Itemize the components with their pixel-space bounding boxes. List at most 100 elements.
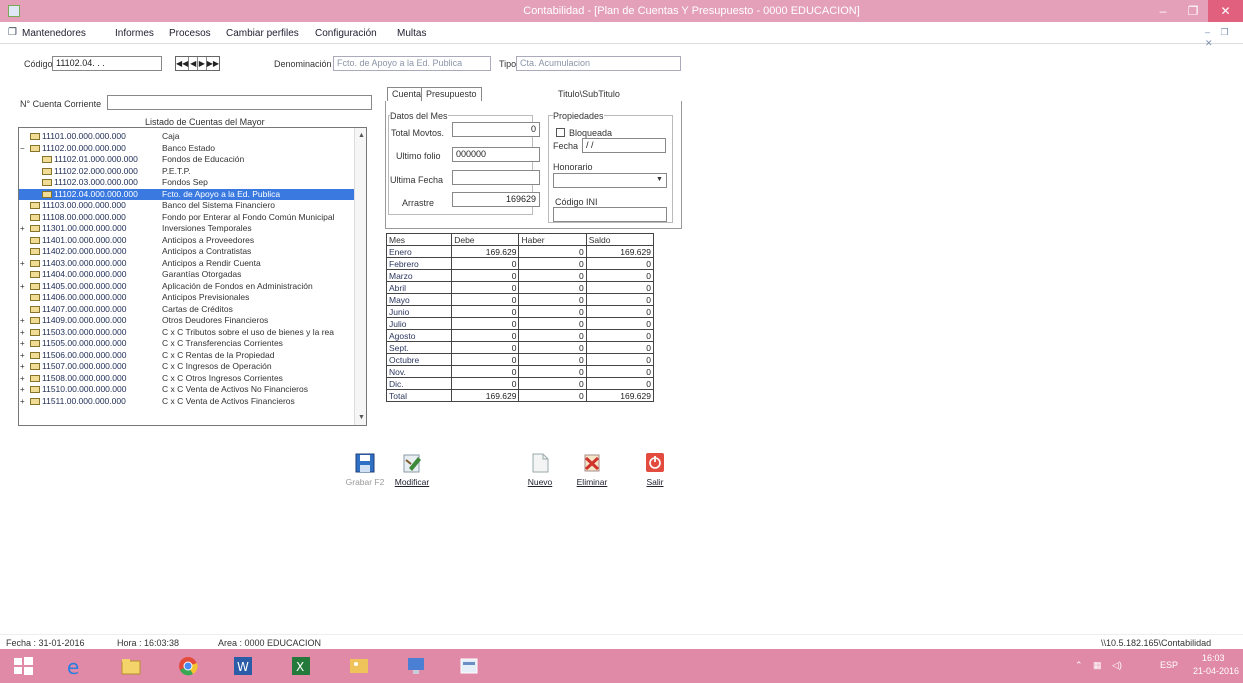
cell-haber[interactable]: 0 [518, 377, 587, 390]
cell-saldo[interactable]: 0 [585, 257, 655, 270]
accounts-list[interactable]: +11511.00.000.000.000 C x C Venta de Acti… [18, 127, 367, 426]
menu-informes[interactable]: Informes [115, 28, 154, 39]
chrome-icon[interactable] [177, 655, 199, 677]
denominacion-field[interactable]: Fcto. de Apoyo a la Ed. Publica [333, 56, 491, 71]
cell-saldo[interactable]: 0 [585, 317, 655, 330]
maximize-button[interactable]: ❐ [1178, 0, 1208, 22]
honorario-select[interactable] [553, 173, 667, 188]
list-item[interactable]: +11511.00.000.000.000 C x C Venta de Acti… [19, 396, 354, 407]
monthly-balance-table[interactable]: Mes Debe Haber Saldo Enero 169.629 0 169.62… [385, 233, 655, 402]
expand-icon[interactable]: + [20, 315, 30, 326]
list-item[interactable]: 11102.04.000.000.000 Fcto. de Apoyo a la … [19, 188, 354, 200]
expand-icon[interactable]: + [20, 396, 30, 407]
list-item[interactable]: 11406.00.000.000.000 Anticipos Previsiona… [19, 292, 354, 303]
list-item[interactable]: +11409.00.000.000.000 Otros Deudores Fina… [19, 315, 354, 326]
list-item[interactable]: +11508.00.000.000.000 C x C Otros Ingreso… [19, 373, 354, 384]
cell-debe[interactable]: 0 [451, 317, 520, 330]
salir-button[interactable]: Salir [633, 452, 677, 494]
nuevo-button[interactable]: Nuevo [518, 452, 562, 494]
total-movtos-field[interactable]: 0 [452, 122, 540, 137]
expand-icon[interactable]: + [20, 327, 30, 338]
table-row[interactable]: Febrero 0 0 0 [385, 257, 655, 270]
cuenta-corriente-field[interactable] [107, 95, 372, 110]
modificar-button[interactable]: Modificar [390, 452, 434, 494]
table-row[interactable]: Marzo 0 0 0 [385, 269, 655, 282]
cell-haber[interactable]: 0 [518, 257, 587, 270]
language-indicator[interactable]: ESP [1160, 660, 1178, 670]
cell-debe[interactable]: 0 [451, 269, 520, 282]
prev-record-button[interactable]: ◀ [189, 57, 198, 70]
cell-debe[interactable]: 169.629 [451, 389, 520, 402]
expand-icon[interactable]: + [20, 258, 30, 269]
cell-debe[interactable]: 0 [451, 365, 520, 378]
clock-time[interactable]: 16:03 [1202, 653, 1225, 663]
list-item[interactable]: +11301.00.000.000.000 Inversiones Tempora… [19, 223, 354, 234]
expand-icon[interactable]: + [20, 373, 30, 384]
show-hidden-icons-icon[interactable]: ⌃ [1075, 660, 1083, 671]
cell-debe[interactable]: 0 [451, 377, 520, 390]
codigo-ini-field[interactable] [553, 207, 667, 222]
cell-saldo[interactable]: 169.629 [585, 389, 655, 402]
list-item[interactable]: 11102.01.000.000.000 Fondos de Educación [19, 154, 354, 165]
bloqueada-checkbox[interactable] [556, 128, 565, 137]
cell-saldo[interactable]: 0 [585, 377, 655, 390]
cell-debe[interactable]: 0 [451, 293, 520, 306]
list-item[interactable]: +11405.00.000.000.000 Aplicación de Fondo… [19, 281, 354, 292]
accounts-list-scrollbar[interactable]: ▲ ▼ [354, 128, 366, 425]
expand-icon[interactable]: + [20, 384, 30, 395]
menu-procesos[interactable]: Procesos [169, 28, 211, 39]
cell-haber[interactable]: 0 [518, 365, 587, 378]
list-item[interactable]: +11506.00.000.000.000 C x C Rentas de la … [19, 350, 354, 361]
collapse-icon[interactable]: − [20, 143, 30, 154]
close-button[interactable]: ✕ [1208, 0, 1243, 22]
cell-saldo[interactable]: 169.629 [585, 245, 655, 258]
expand-icon[interactable]: + [20, 350, 30, 361]
network-icon[interactable]: ▦ [1093, 660, 1102, 671]
cell-saldo[interactable]: 0 [585, 341, 655, 354]
table-row[interactable]: Julio 0 0 0 [385, 317, 655, 330]
cell-haber[interactable]: 0 [518, 341, 587, 354]
tipo-field[interactable]: Cta. Acumulacion [516, 56, 681, 71]
eliminar-button[interactable]: Eliminar [570, 452, 614, 494]
cell-saldo[interactable]: 0 [585, 329, 655, 342]
network-app-icon[interactable] [405, 655, 427, 677]
clock-date[interactable]: 21-04-2016 [1193, 666, 1239, 676]
list-item[interactable]: 11103.00.000.000.000 Banco del Sistema Fi… [19, 200, 354, 211]
cell-haber[interactable]: 0 [518, 305, 587, 318]
chevron-down-icon[interactable]: ▼ [656, 176, 663, 183]
table-row[interactable]: Abril 0 0 0 [385, 281, 655, 294]
ultima-fecha-field[interactable] [452, 170, 540, 185]
menu-cambiar-perfiles[interactable]: Cambiar perfiles [226, 28, 299, 39]
list-item[interactable]: 11407.00.000.000.000 Cartas de Créditos [19, 304, 354, 315]
contabilidad-app-icon[interactable] [458, 655, 480, 677]
expand-icon[interactable]: + [20, 338, 30, 349]
table-row[interactable]: Sept. 0 0 0 [385, 341, 655, 354]
cell-haber[interactable]: 0 [518, 389, 587, 402]
first-record-button[interactable]: ◀◀ [176, 57, 190, 70]
internet-explorer-icon[interactable]: e [64, 655, 86, 677]
mdi-window-controls[interactable]: – ❐ ✕ [1205, 27, 1243, 49]
mdi-child-icon[interactable]: ❐ [8, 27, 17, 38]
grabar-button[interactable]: Grabar F2 [343, 452, 387, 494]
word-icon[interactable]: W [232, 655, 254, 677]
table-row[interactable]: Agosto 0 0 0 [385, 329, 655, 342]
cell-saldo[interactable]: 0 [585, 293, 655, 306]
cell-debe[interactable]: 0 [451, 341, 520, 354]
cell-debe[interactable]: 0 [451, 353, 520, 366]
list-item[interactable]: 11402.00.000.000.000 Anticipos a Contrati… [19, 246, 354, 257]
list-item[interactable]: − 11102.00.000.000.000 Banco Estado [19, 143, 354, 154]
table-row[interactable]: Total 169.629 0 169.629 [385, 389, 655, 402]
next-record-button[interactable]: ▶ [198, 57, 207, 70]
cell-haber[interactable]: 0 [518, 293, 587, 306]
list-item[interactable]: 11102.02.000.000.000 P.E.T.P. [19, 166, 354, 177]
last-record-button[interactable]: ▶▶ [207, 57, 219, 70]
windows-start-icon[interactable] [12, 655, 34, 677]
list-item[interactable]: 11401.00.000.000.000 Anticipos a Proveedo… [19, 235, 354, 246]
cell-haber[interactable]: 0 [518, 329, 587, 342]
list-item[interactable]: +11505.00.000.000.000 C x C Transferencia… [19, 338, 354, 349]
menu-mantenedores[interactable]: Mantenedores [22, 28, 86, 39]
list-item[interactable]: +11503.00.000.000.000 C x C Tributos sobr… [19, 327, 354, 338]
codigo-field[interactable]: 11102.04. . . [52, 56, 162, 71]
list-item[interactable]: 11101.00.000.000.000 Caja [19, 131, 354, 142]
expand-icon[interactable]: + [20, 361, 30, 372]
